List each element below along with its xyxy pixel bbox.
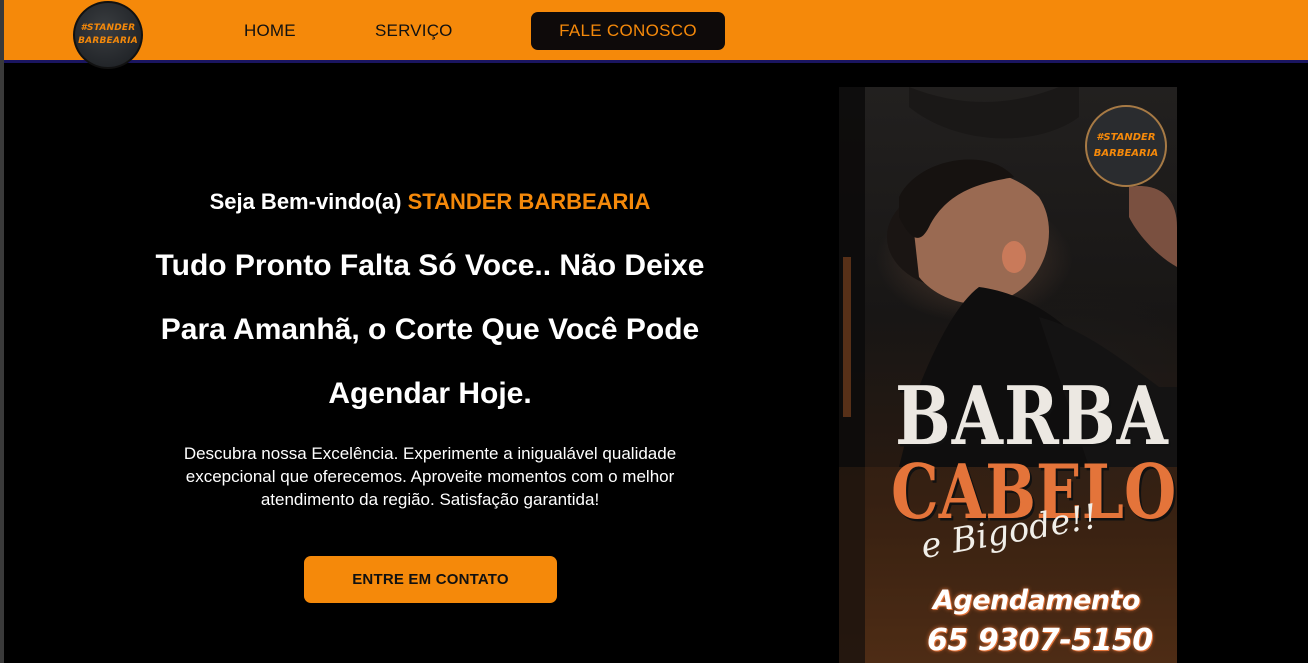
logo-line-1: #STANDER [80, 23, 136, 33]
logo-line-2: BARBEARIA [78, 36, 138, 46]
barbershop-poster-image: #STANDER BARBEARIA BARBA CABELO e Bigode… [839, 87, 1177, 663]
hero-headline: Tudo Pronto Falta Só Voce.. Não Deixe Pa… [130, 234, 730, 426]
hero-description: Descubra nossa Excelência. Experimente a… [183, 444, 677, 509]
nav-contact-button[interactable]: FALE CONOSCO [531, 12, 725, 50]
poster-badge: #STANDER BARBEARIA [1085, 105, 1167, 187]
page: #STANDER BARBEARIA HOME SERVIÇO FALE CON… [4, 0, 1308, 663]
poster-booking-label: Agendamento [933, 585, 1140, 616]
contact-cta-button[interactable]: ENTRE EM CONTATO [304, 556, 557, 603]
headline-line-1: Tudo Pronto Falta Só Voce.. Não Deixe [155, 249, 705, 282]
logo[interactable]: #STANDER BARBEARIA [73, 1, 143, 69]
headline-line-2: Para Amanhã, o Corte Que Você Pode [160, 313, 700, 346]
nav-servico-link[interactable]: SERVIÇO [375, 21, 453, 41]
poster-badge-line-2: BARBEARIA [1093, 148, 1159, 159]
nav-home-link[interactable]: HOME [244, 21, 296, 41]
welcome-heading: Seja Bem-vindo(a) STANDER BARBEARIA [130, 186, 730, 218]
poster-badge-line-1: #STANDER [1096, 132, 1156, 143]
welcome-brand: STANDER BARBEARIA [407, 189, 651, 214]
hero-section: Seja Bem-vindo(a) STANDER BARBEARIA Tudo… [130, 186, 730, 511]
poster-phone: 65 9307-5150 [927, 623, 1153, 658]
welcome-prefix: Seja Bem-vindo(a) [209, 189, 408, 214]
site-header: #STANDER BARBEARIA HOME SERVIÇO FALE CON… [4, 0, 1308, 69]
headline-line-3: Agendar Hoje. [328, 377, 532, 410]
